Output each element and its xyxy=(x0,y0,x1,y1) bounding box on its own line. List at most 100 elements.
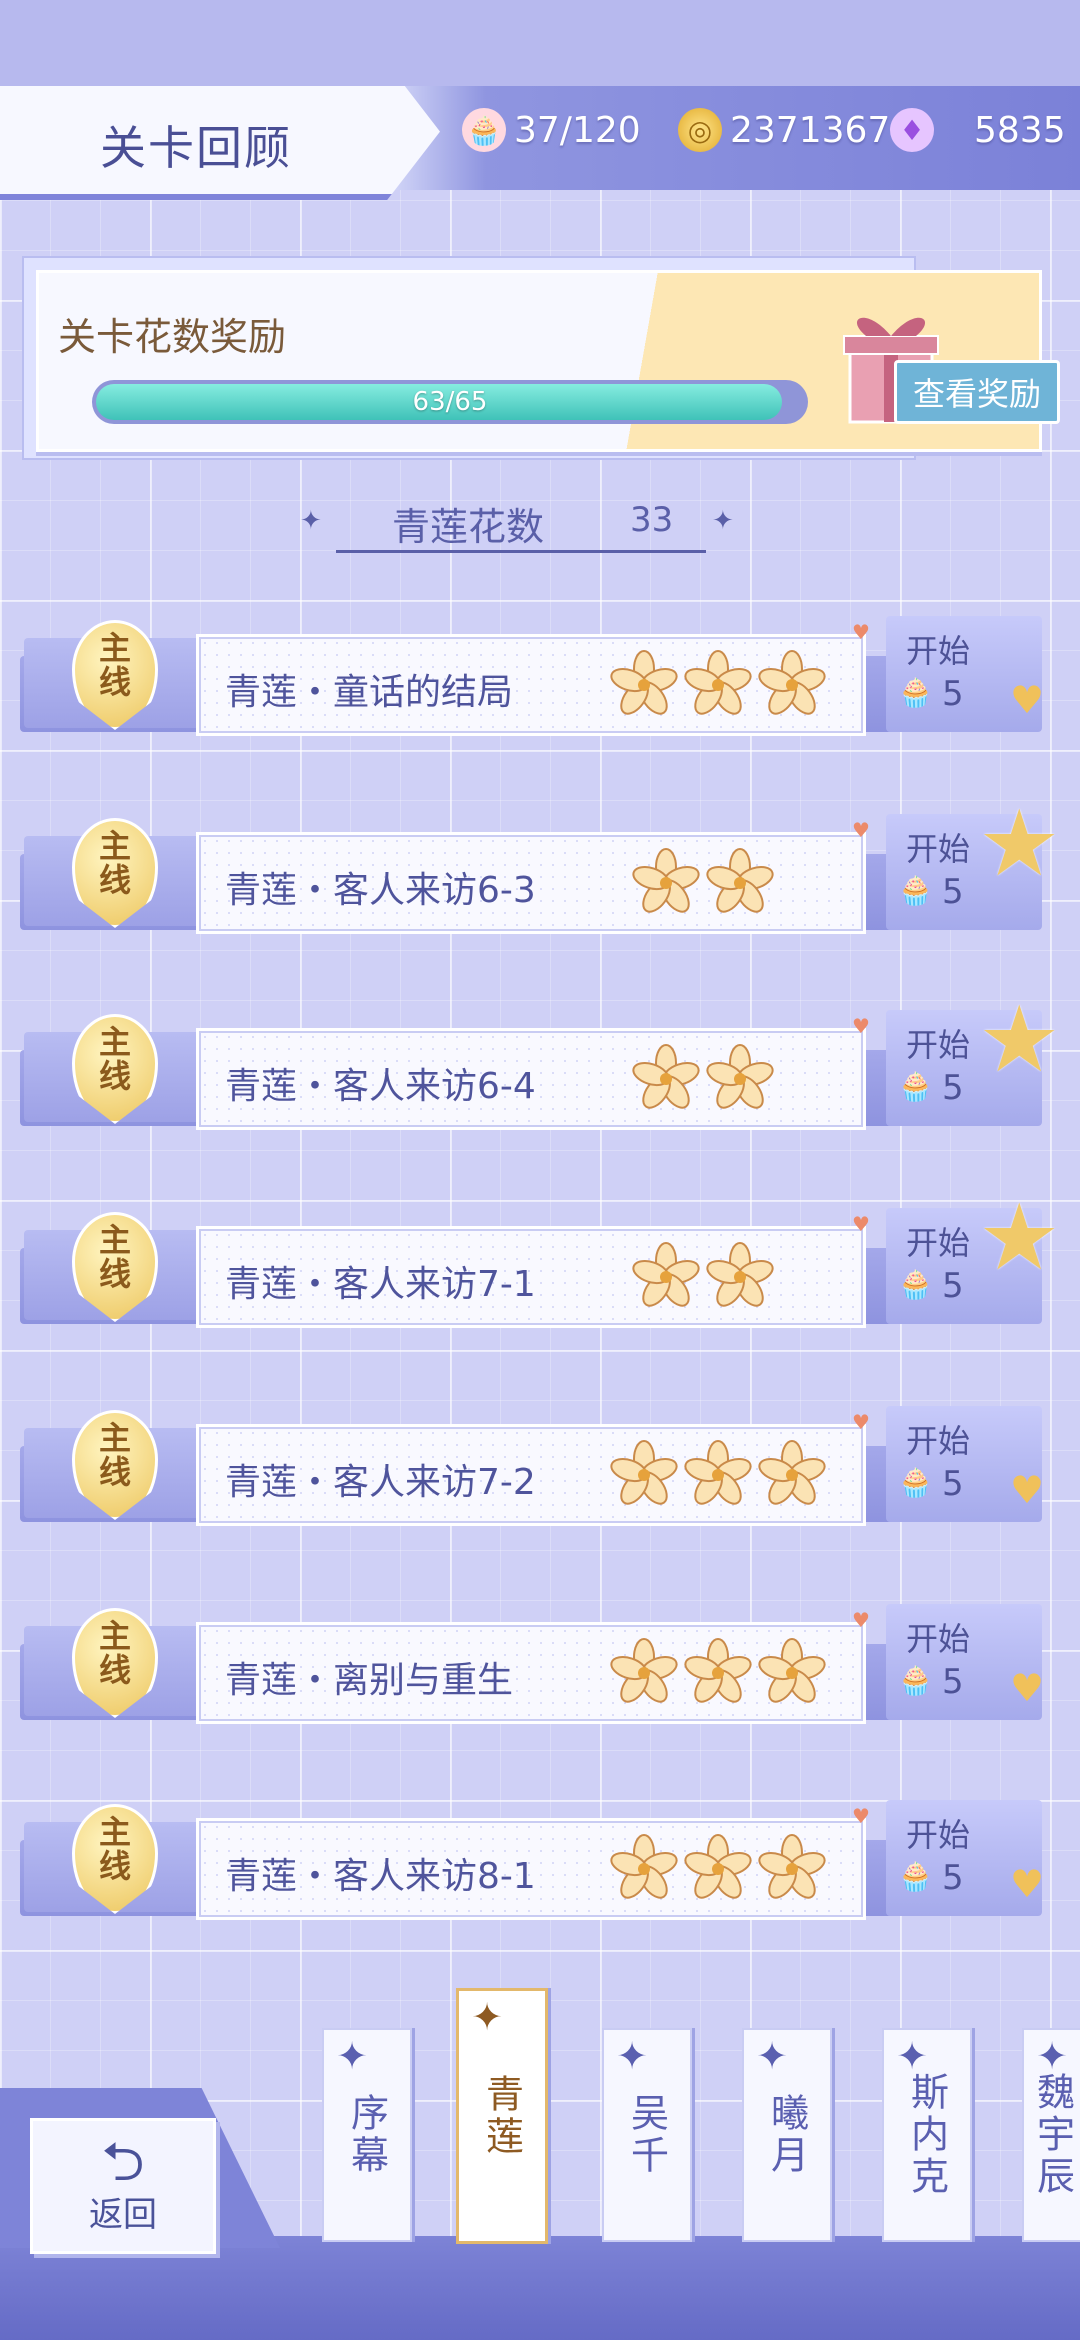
badge-char: 主 xyxy=(98,1221,131,1259)
resource-diamond[interactable]: ♦ 5835 xyxy=(890,100,1066,160)
flower-rating xyxy=(609,1637,827,1711)
badge-char: 主 xyxy=(98,1023,131,1061)
flower-rating-icon xyxy=(757,649,827,723)
cake-stamina-icon: 🧁 xyxy=(898,676,933,709)
badge-char: 线 xyxy=(98,1057,131,1095)
flower-rating-icon xyxy=(631,1241,701,1315)
back-button[interactable]: ⮌ 返回 xyxy=(30,2118,216,2254)
stamina-cost: 5 xyxy=(942,1464,964,1504)
start-label: 开始 xyxy=(906,632,971,670)
flower-count-underline xyxy=(336,550,706,553)
stamina-cost: 5 xyxy=(942,1068,964,1108)
level-card[interactable]: 青莲・客人来访7-2 xyxy=(196,1424,866,1526)
level-row[interactable]: 主线 青莲・客人来访8-1 ♥ 开始 🧁 5 ♥ xyxy=(20,1800,1080,1920)
badge-char: 线 xyxy=(98,861,131,899)
flower-rating-icon xyxy=(631,847,701,921)
flower-rating xyxy=(631,1043,775,1117)
stamina-cost: 5 xyxy=(942,1662,964,1702)
stamina-cost: 5 xyxy=(942,1266,964,1306)
heart-icon: ♥ xyxy=(1010,678,1045,722)
cake-stamina-icon: 🧁 xyxy=(898,1268,933,1301)
flower-rating-icon xyxy=(609,1637,679,1711)
flower-rating xyxy=(609,1833,827,1907)
level-row[interactable]: 主线青莲・客人来访6-4 ♥ 开始 🧁 5 ★ xyxy=(20,994,1080,1130)
sparkle-icon: ✦ xyxy=(465,1995,509,2043)
reward-progress-text: 63/65 xyxy=(412,387,488,417)
level-card[interactable]: 青莲・离别与重生 xyxy=(196,1622,866,1724)
heart-icon: ♥ xyxy=(852,1410,870,1434)
level-row[interactable]: 主线 青莲・童话的结局 ♥ 开始 🧁 5 ♥ xyxy=(20,616,1080,736)
sparkle-icon: ✦ xyxy=(750,2034,794,2082)
heart-icon: ♥ xyxy=(852,1804,870,1828)
diamond-value: 5835 xyxy=(974,109,1066,151)
chapter-tab-label: 序幕 xyxy=(344,2093,389,2177)
badge-char: 线 xyxy=(98,663,131,701)
flower-rating-icon xyxy=(705,1241,775,1315)
level-card[interactable]: 青莲・客人来访6-3 xyxy=(196,832,866,934)
back-label: 返回 xyxy=(89,2194,157,2235)
resource-gold[interactable]: ◎ 2371367 xyxy=(678,100,890,160)
flower-rating-icon xyxy=(609,1833,679,1907)
resource-stamina[interactable]: 🧁 37/120 xyxy=(462,100,641,160)
flower-rating-icon xyxy=(757,1833,827,1907)
level-name: 青莲・客人来访7-1 xyxy=(225,1264,536,1305)
level-name: 青莲・离别与重生 xyxy=(225,1660,514,1701)
flower-rating-icon xyxy=(705,1043,775,1117)
chapter-tab[interactable]: ✦ 吴千 xyxy=(602,2028,692,2242)
chapter-tab[interactable]: ✦ 青莲 xyxy=(456,1988,548,2244)
swan-star-icon: ★ xyxy=(978,1184,1061,1291)
flower-rating-icon xyxy=(683,1637,753,1711)
flower-rating xyxy=(609,649,827,723)
level-name: 青莲・客人来访7-2 xyxy=(225,1462,536,1503)
badge-char: 线 xyxy=(98,1255,131,1293)
reward-progress-bar: 63/65 xyxy=(92,380,808,424)
chapter-tab-label: 曦月 xyxy=(764,2093,809,2177)
level-name: 青莲・童话的结局 xyxy=(225,672,514,713)
chapter-tab[interactable]: ✦ 魏宇辰 xyxy=(1022,2028,1080,2242)
badge-char: 线 xyxy=(98,1651,131,1689)
heart-icon: ♥ xyxy=(1010,1862,1045,1906)
level-row[interactable]: 主线 青莲・客人来访7-2 ♥ 开始 🧁 5 ♥ xyxy=(20,1406,1080,1526)
chapter-tab[interactable]: ✦ 斯内克 xyxy=(882,2028,972,2242)
level-row[interactable]: 主线青莲・客人来访6-3 ♥ 开始 🧁 5 ★ xyxy=(20,798,1080,934)
cake-stamina-icon: 🧁 xyxy=(898,1860,933,1893)
flower-count-value: 33 xyxy=(630,500,674,540)
return-arrow-icon: ⮌ xyxy=(101,2129,145,2193)
level-card[interactable]: 青莲・客人来访6-4 xyxy=(196,1028,866,1130)
swan-star-icon: ★ xyxy=(978,790,1061,897)
chapter-tab[interactable]: ✦ 曦月 xyxy=(742,2028,832,2242)
gold-value: 2371367 xyxy=(730,109,891,151)
start-label: 开始 xyxy=(906,1422,971,1460)
cake-stamina-icon: 🧁 xyxy=(898,1070,933,1103)
stamina-cost: 5 xyxy=(942,674,964,714)
level-card[interactable]: 青莲・客人来访7-1 xyxy=(196,1226,866,1328)
flower-rating xyxy=(631,1241,775,1315)
start-label: 开始 xyxy=(906,1026,971,1064)
level-card[interactable]: 青莲・客人来访8-1 xyxy=(196,1818,866,1920)
start-label: 开始 xyxy=(906,830,971,868)
flower-rating-icon xyxy=(757,1439,827,1513)
level-name: 青莲・客人来访6-3 xyxy=(225,870,536,911)
stamina-cost: 5 xyxy=(942,872,964,912)
flower-rating xyxy=(609,1439,827,1513)
level-name: 青莲・客人来访6-4 xyxy=(225,1066,536,1107)
sparkle-icon: ✦ xyxy=(330,2034,374,2082)
sparkle-icon: ✦ xyxy=(712,506,734,536)
badge-char: 主 xyxy=(98,1813,131,1851)
flower-rating-icon xyxy=(683,1833,753,1907)
level-row[interactable]: 主线青莲・客人来访7-1 ♥ 开始 🧁 5 ★ xyxy=(20,1192,1080,1328)
chapter-tab[interactable]: ✦ 序幕 xyxy=(322,2028,412,2242)
heart-icon: ♥ xyxy=(852,1014,870,1038)
flower-rating-icon xyxy=(683,1439,753,1513)
start-label: 开始 xyxy=(906,1224,971,1262)
badge-char: 主 xyxy=(98,827,131,865)
badge-char: 线 xyxy=(98,1453,131,1491)
level-row[interactable]: 主线 青莲・离别与重生 ♥ 开始 🧁 5 ♥ xyxy=(20,1604,1080,1724)
gold-coin-icon: ◎ xyxy=(678,108,722,152)
flower-rating-icon xyxy=(683,649,753,723)
sparkle-icon: ✦ xyxy=(1030,2034,1074,2082)
view-reward-button[interactable]: 查看奖励 xyxy=(894,360,1060,424)
start-label: 开始 xyxy=(906,1816,971,1854)
heart-icon: ♥ xyxy=(1010,1468,1045,1512)
level-card[interactable]: 青莲・童话的结局 xyxy=(196,634,866,736)
